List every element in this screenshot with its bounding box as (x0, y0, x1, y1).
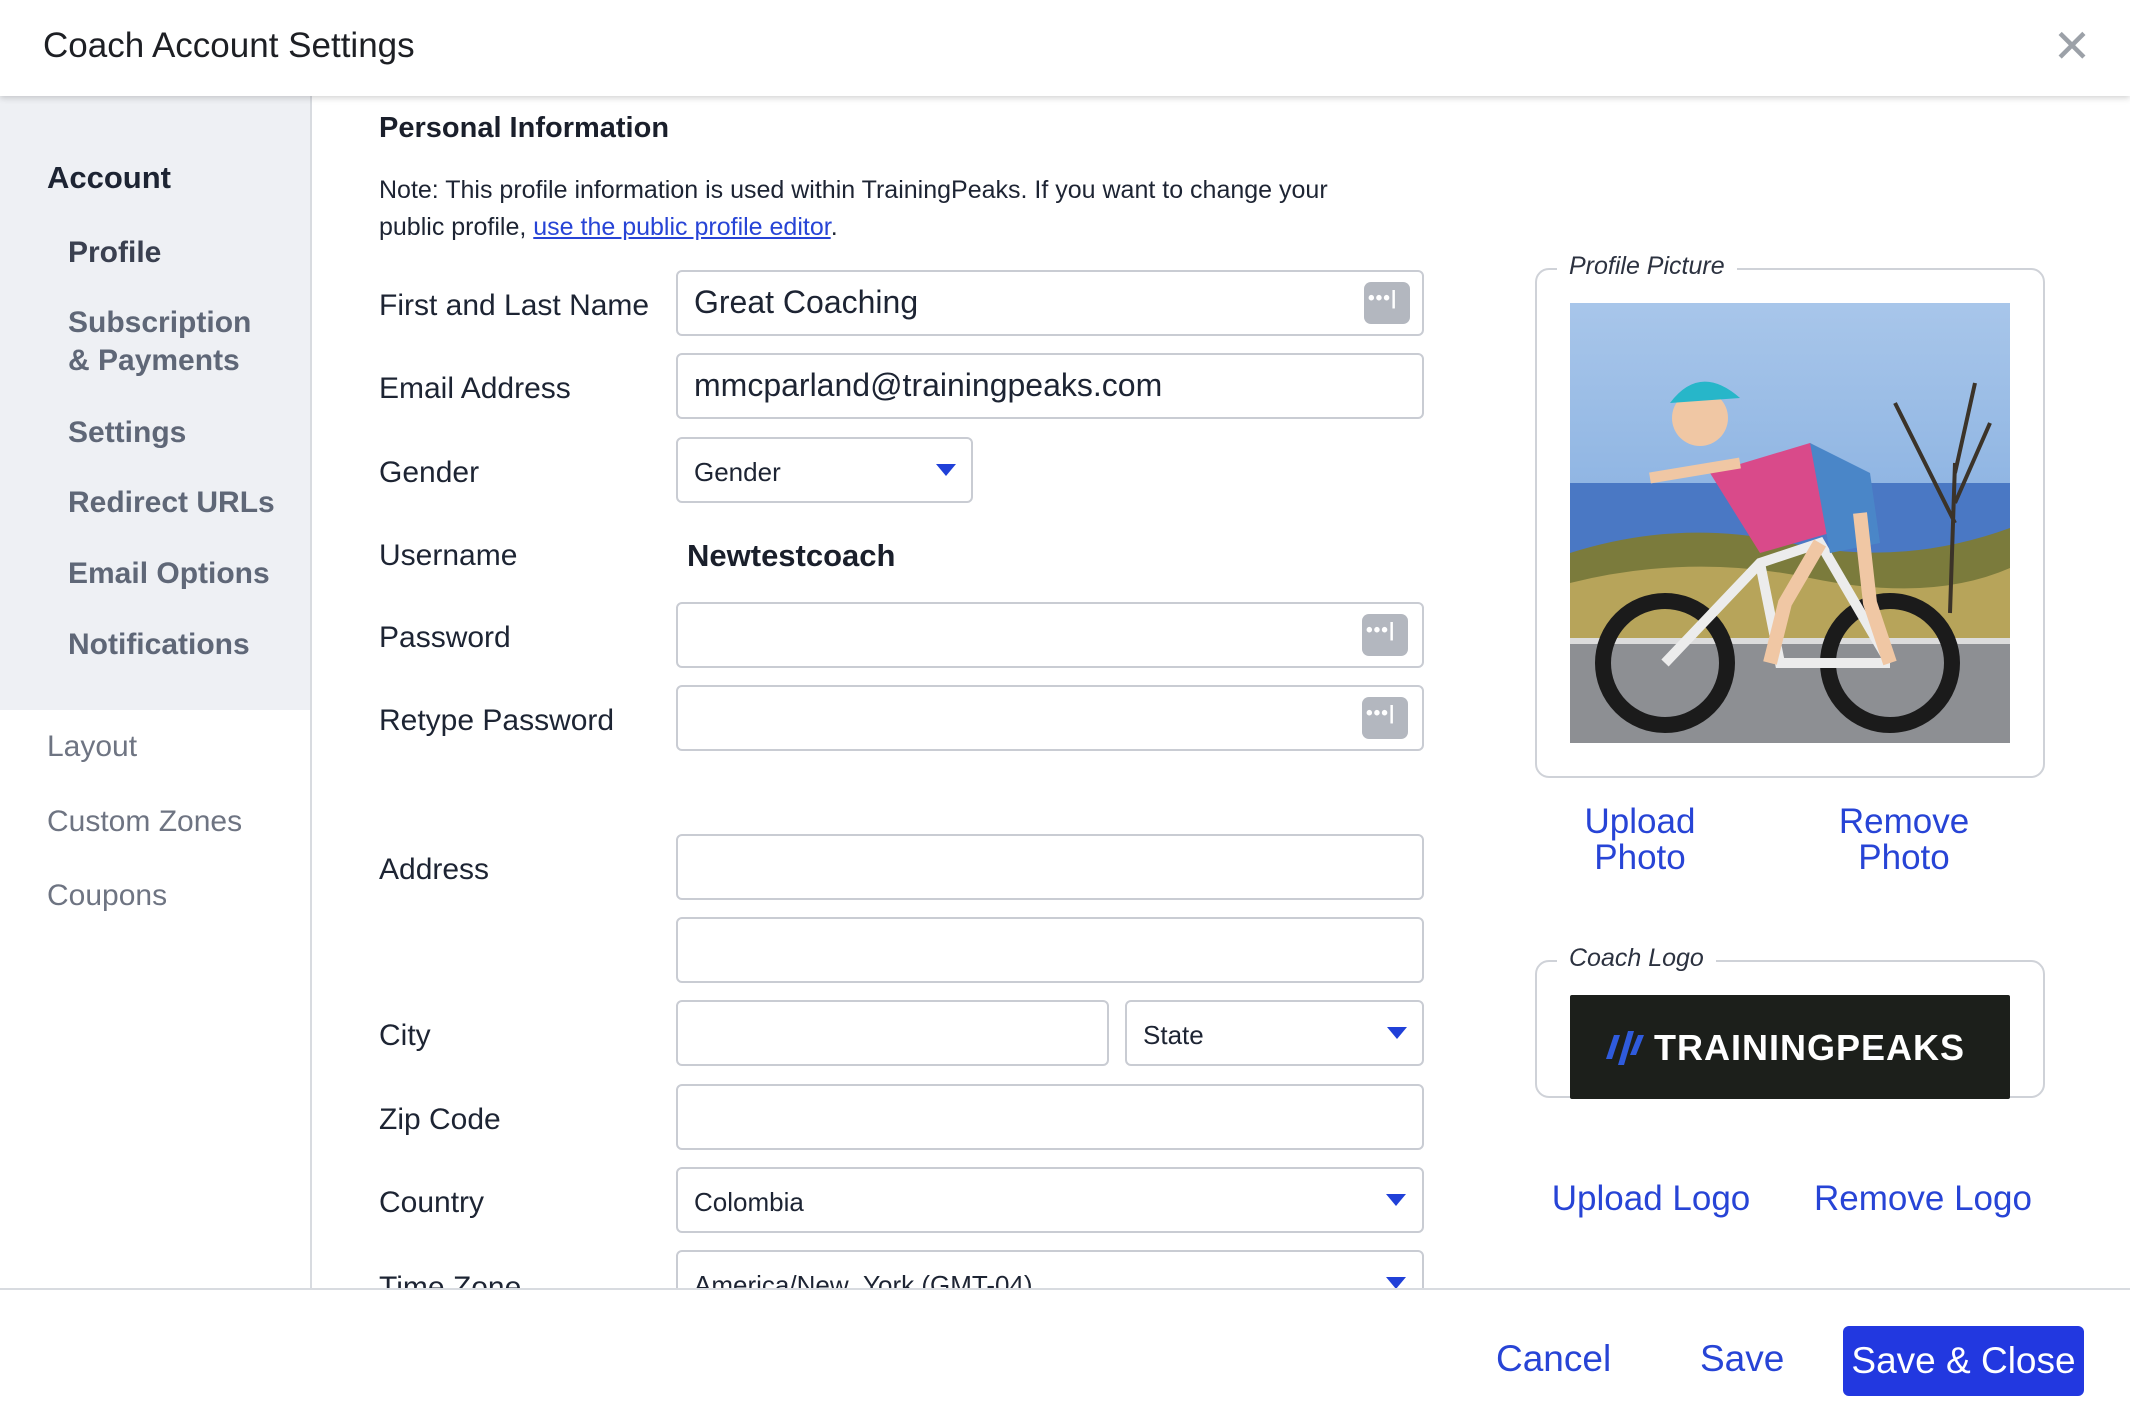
public-profile-link[interactable]: use the public profile editor (533, 213, 830, 241)
zip-label: Zip Code (379, 1103, 501, 1136)
address-label: Address (379, 853, 490, 886)
username-value: Newtestcoach (687, 538, 896, 573)
dialog-header: Coach Account Settings ✕ (0, 0, 2130, 96)
email-label: Email Address (379, 372, 571, 405)
sidebar-account-group: Account Profile Subscription & Payments … (0, 96, 310, 710)
chevron-down-icon (936, 464, 956, 476)
sidebar-item-redirect-urls[interactable]: Redirect URLs (68, 484, 275, 522)
timezone-value: America/New_York (GMT-04) (694, 1270, 1033, 1288)
content-area: Personal Information Note: This profile … (314, 96, 2130, 1288)
password-manager-icon[interactable] (1362, 614, 1408, 656)
sidebar-section-account[interactable]: Account (47, 160, 171, 196)
note-text: Note: This profile information is used w… (379, 176, 1328, 241)
sidebar-item-custom-zones[interactable]: Custom Zones (47, 805, 242, 839)
password-manager-icon[interactable] (1362, 697, 1408, 739)
save-button[interactable]: Save (1700, 1338, 1784, 1380)
upload-photo-button[interactable]: Upload Photo (1558, 804, 1722, 876)
note-end: . (830, 213, 838, 241)
section-heading: Personal Information (379, 112, 670, 144)
sidebar-item-layout[interactable]: Layout (47, 730, 137, 764)
cancel-button[interactable]: Cancel (1496, 1338, 1611, 1380)
sidebar-item-email-options[interactable]: Email Options (68, 555, 270, 593)
coach-logo-image: TRAININGPEAKS (1570, 995, 2010, 1099)
sidebar-item-subscription[interactable]: Subscription & Payments (68, 304, 278, 380)
trainingpeaks-logo-icon (1606, 1031, 1644, 1065)
state-select[interactable]: State (1125, 1000, 1424, 1066)
profile-photo (1570, 303, 2010, 743)
profile-picture-panel: Profile Picture (1535, 252, 2045, 778)
dialog-title: Coach Account Settings (43, 26, 415, 65)
remove-logo-button[interactable]: Remove Logo (1798, 1181, 2048, 1217)
name-value: Great Coaching (694, 284, 919, 320)
gender-select[interactable]: Gender (676, 437, 973, 503)
password-input[interactable] (676, 602, 1424, 668)
timezone-label: Time Zone (379, 1271, 522, 1288)
timezone-select[interactable]: America/New_York (GMT-04) (676, 1250, 1424, 1288)
save-and-close-button[interactable]: Save & Close (1843, 1326, 2084, 1396)
profile-note: Note: This profile information is used w… (379, 172, 1339, 246)
sidebar-item-profile[interactable]: Profile (68, 234, 161, 272)
gender-label: Gender (379, 456, 480, 489)
close-icon[interactable]: ✕ (2050, 22, 2094, 70)
sidebar-item-notifications[interactable]: Notifications (68, 626, 250, 664)
email-input[interactable]: mmcparland@trainingpeaks.com (676, 353, 1424, 419)
address-line1-input[interactable] (676, 834, 1424, 900)
sidebar: Account Profile Subscription & Payments … (0, 96, 312, 1288)
name-label: First and Last Name (379, 289, 650, 322)
sidebar-item-coupons[interactable]: Coupons (47, 879, 167, 913)
username-label: Username (379, 539, 518, 572)
remove-photo-button[interactable]: Remove Photo (1822, 804, 1986, 876)
zip-input[interactable] (676, 1084, 1424, 1150)
country-select[interactable]: Colombia (676, 1167, 1424, 1233)
state-value: State (1143, 1020, 1204, 1050)
city-input[interactable] (676, 1000, 1109, 1066)
upload-logo-button[interactable]: Upload Logo (1536, 1181, 1766, 1217)
coach-logo-panel: Coach Logo TRAININGPEAKS (1535, 944, 2045, 1099)
dialog-footer: Cancel Save Save & Close (0, 1288, 2130, 1416)
sidebar-item-settings[interactable]: Settings (68, 414, 186, 452)
password-manager-icon[interactable] (1364, 282, 1410, 324)
chevron-down-icon (1386, 1194, 1406, 1206)
coach-logo-text: TRAININGPEAKS (1654, 1027, 1966, 1068)
retype-password-input[interactable] (676, 685, 1424, 751)
name-input[interactable]: Great Coaching (676, 270, 1424, 336)
chevron-down-icon (1386, 1277, 1406, 1288)
retype-password-label: Retype Password (379, 704, 615, 737)
password-label: Password (379, 621, 511, 654)
email-value: mmcparland@trainingpeaks.com (694, 367, 1163, 403)
profile-picture-legend: Profile Picture (1557, 252, 1737, 281)
city-label: City (379, 1019, 431, 1052)
address-line2-input[interactable] (676, 917, 1424, 983)
country-value: Colombia (694, 1187, 804, 1217)
gender-value: Gender (694, 457, 781, 487)
coach-logo-legend: Coach Logo (1557, 944, 1716, 973)
chevron-down-icon (1387, 1027, 1407, 1039)
country-label: Country (379, 1186, 485, 1219)
